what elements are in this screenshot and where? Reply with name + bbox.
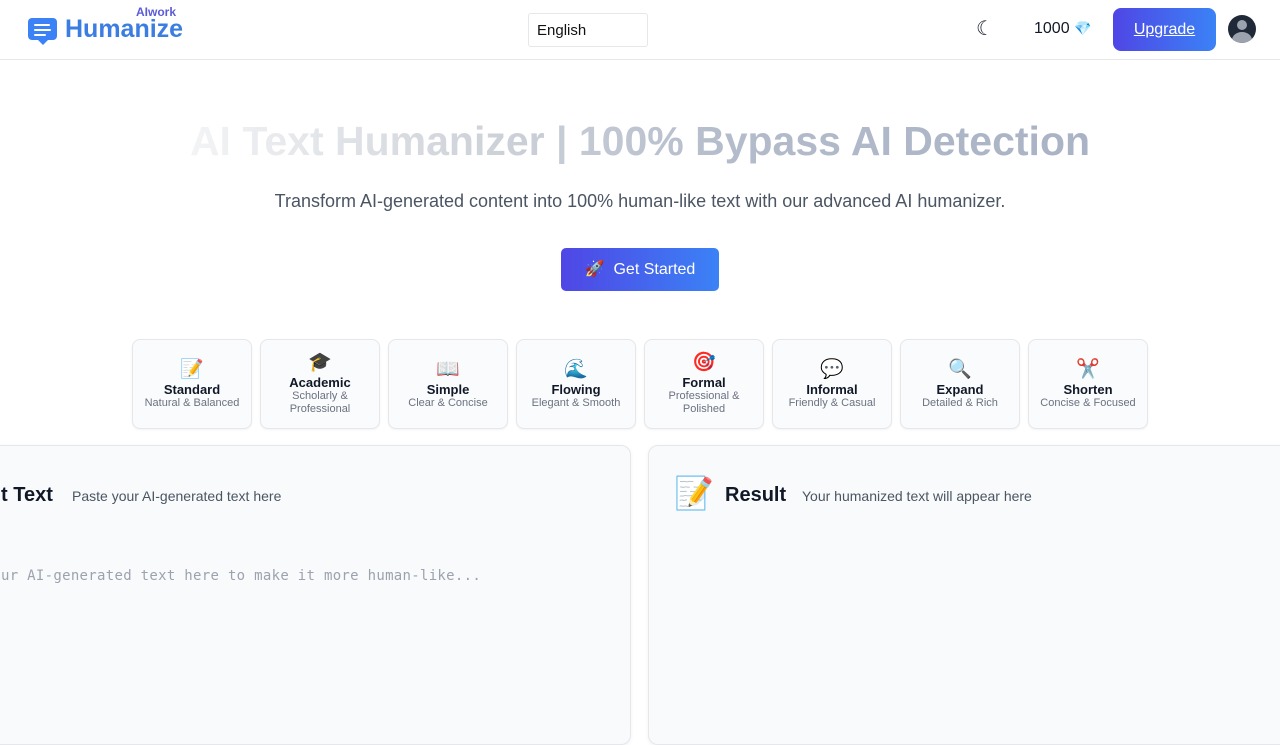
upgrade-button[interactable]: Upgrade [1113, 8, 1216, 51]
mode-informal[interactable]: 💬 Informal Friendly & Casual [772, 339, 892, 429]
input-panel-subtitle: Paste your AI-generated text here [72, 488, 282, 504]
mode-name: Informal [806, 381, 858, 397]
result-panel-title: Result [725, 484, 787, 506]
mode-expand[interactable]: 🔍 Expand Detailed & Rich [900, 339, 1020, 429]
input-panel: t Text Paste your AI-generated text here… [0, 445, 631, 745]
mode-name: Standard [163, 381, 221, 397]
brand-name[interactable]: Humanize [65, 15, 183, 44]
page-title: AI Text Humanizer | 100% Bypass AI Detec… [189, 118, 1091, 164]
credits-value: 1000 [1034, 20, 1070, 37]
mode-description: Professional & Polished [668, 390, 740, 415]
mode-shorten[interactable]: ✂️ Shorten Concise & Focused [1028, 339, 1148, 429]
mode-name: Simple [426, 381, 470, 397]
rocket-icon: 🚀 [584, 261, 605, 278]
gem-icon: 💎 [1074, 20, 1092, 36]
mode-description: Clear & Concise [408, 396, 488, 409]
mode-simple[interactable]: 📖 Simple Clear & Concise [388, 339, 508, 429]
input-panel-title: t Text [1, 484, 53, 506]
chat-logo-icon[interactable] [28, 18, 57, 45]
mode-description: Natural & Balanced [144, 396, 240, 409]
mode-academic[interactable]: 🎓 Academic Scholarly & Professional [260, 339, 380, 429]
mode-description: Concise & Focused [1040, 396, 1136, 409]
mode-formal[interactable]: 🎯 Formal Professional & Polished [644, 339, 764, 429]
mode-icon: 🔍 [948, 358, 972, 380]
mode-icon: 🎓 [308, 352, 332, 373]
credits-count: 1000 💎 [1034, 20, 1091, 38]
mode-flowing[interactable]: 🌊 Flowing Elegant & Smooth [516, 339, 636, 429]
mode-icon: 💬 [820, 358, 844, 380]
mode-icon: 🌊 [564, 358, 588, 380]
mode-icon: 📖 [436, 358, 460, 380]
mode-name: Academic [289, 375, 351, 390]
mode-description: Friendly & Casual [788, 396, 876, 409]
input-textarea[interactable]: ur AI-generated text here to make it mor… [1, 568, 481, 584]
mode-description: Scholarly & Professional [289, 390, 351, 415]
mode-standard[interactable]: 📝 Standard Natural & Balanced [132, 339, 252, 429]
language-select[interactable]: English [528, 13, 648, 47]
result-panel: 📝 Result Your humanized text will appear… [648, 445, 1280, 745]
mode-selector: 📝 Standard Natural & Balanced 🎓 Academic Scho… [132, 339, 1148, 429]
get-started-label: Get Started [613, 261, 696, 278]
get-started-button[interactable]: 🚀 Get Started [561, 248, 719, 291]
mode-description: Elegant & Smooth [531, 396, 621, 409]
mode-name: Expand [936, 381, 984, 397]
result-panel-subtitle: Your humanized text will appear here [802, 488, 1032, 504]
mode-icon: 📝 [180, 358, 204, 380]
mode-name: Flowing [551, 381, 601, 397]
page-subtitle: Transform AI-generated content into 100%… [274, 191, 1006, 211]
header: AIwork Humanize English ☾ 1000 💎 Upgrade [0, 0, 1280, 60]
mode-icon: 🎯 [692, 352, 716, 373]
memo-icon: 📝 [674, 475, 714, 511]
mode-name: Formal [682, 375, 726, 390]
mode-description: Detailed & Rich [922, 396, 998, 409]
avatar[interactable] [1228, 15, 1256, 43]
moon-icon[interactable]: ☾ [976, 18, 998, 40]
mode-name: Shorten [1063, 381, 1113, 397]
mode-icon: ✂️ [1076, 358, 1100, 380]
